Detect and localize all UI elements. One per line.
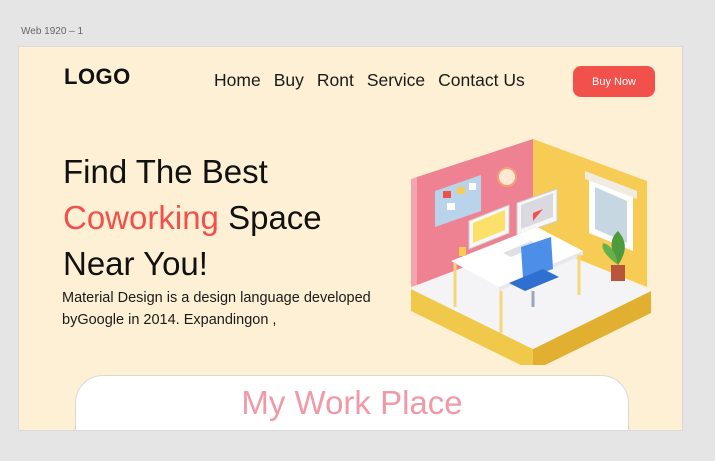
hero-title-line-2: Coworking Space	[63, 195, 393, 241]
wall-clock	[497, 167, 517, 187]
hero-title-line-3: Near You!	[63, 245, 208, 282]
pinboard-note	[457, 187, 465, 194]
nav-item-buy[interactable]: Buy	[274, 70, 304, 91]
pinboard-note	[447, 203, 455, 210]
hero-title-line-2-rest: Space	[218, 199, 322, 236]
hero-title: Find The Best Coworking Space Near You!	[63, 149, 393, 287]
hero-title-line-1: Find The Best	[63, 153, 268, 190]
hero-description: Material Design is a design language dev…	[62, 290, 371, 328]
work-place-title: My Work Place	[241, 384, 463, 421]
wall-left-edge	[411, 177, 417, 287]
artboard-label: Web 1920 – 1	[21, 26, 84, 37]
hero-title-accent: Coworking	[63, 199, 219, 236]
nav-item-contact-us[interactable]: Contact Us	[438, 70, 525, 91]
buy-now-button[interactable]: Buy Now	[573, 66, 655, 97]
nav-item-ront[interactable]: Ront	[317, 70, 354, 91]
logo[interactable]: LOGO	[64, 64, 131, 90]
office-room-illustration	[411, 139, 651, 365]
desk-mug	[459, 247, 466, 256]
nav-item-home[interactable]: Home	[214, 70, 261, 91]
nav-item-service[interactable]: Service	[367, 70, 425, 91]
plant-pot	[611, 265, 625, 281]
web-page-artboard: LOGO Home Buy Ront Service Contact Us Bu…	[18, 46, 683, 431]
main-nav: Home Buy Ront Service Contact Us	[214, 70, 525, 91]
work-place-card: My Work Place	[75, 375, 629, 430]
pinboard-note	[443, 191, 451, 198]
pinboard-note	[469, 183, 476, 190]
